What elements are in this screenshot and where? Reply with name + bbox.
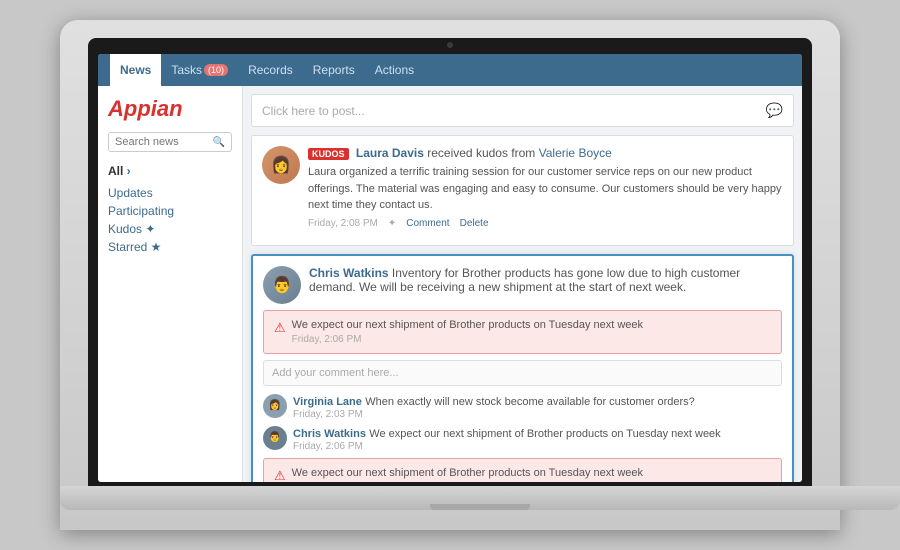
alert-box-secondary: ⚠ We expect our next shipment of Brother… [263, 458, 782, 483]
reply-virginia: 👩 Virginia Lane When exactly will new st… [263, 394, 782, 420]
nav-item-reports[interactable]: Reports [303, 54, 365, 86]
feed-linked-valerie: Valerie Boyce [539, 146, 612, 160]
nav-item-actions[interactable]: Actions [365, 54, 424, 86]
feed-title-inventory: Chris Watkins Inventory for Brother prod… [309, 266, 782, 294]
nav-item-news[interactable]: News [110, 54, 161, 86]
search-input[interactable] [115, 136, 213, 148]
post-placeholder: Click here to post... [262, 104, 365, 118]
alert-text-secondary: We expect our next shipment of Brother p… [292, 467, 643, 479]
reply-chris: 👨 Chris Watkins We expect our next shipm… [263, 426, 782, 452]
alert-time-primary: Friday, 2:06 PM [292, 334, 643, 345]
reply-author-virginia: Virginia Lane [293, 396, 362, 408]
feed-meta-kudos: Friday, 2:08 PM ✦ Comment Delete [308, 218, 783, 229]
alert-icon-2: ⚠ [274, 468, 286, 483]
sidebar-link-participating[interactable]: Participating [108, 202, 232, 220]
comment-link[interactable]: Comment [406, 218, 449, 229]
reply-text-chris: Chris Watkins We expect our next shipmen… [293, 426, 782, 452]
avatar-chris: 👨 [263, 266, 301, 304]
sidebar: Appian 🔍 All › Updates P [98, 86, 243, 482]
reply-body-virginia: When exactly will new stock become avail… [365, 396, 695, 408]
feed-time-kudos: Friday, 2:08 PM [308, 218, 378, 229]
content-area: Click here to post... 💬 👩 [243, 86, 802, 482]
reply-face-virginia: 👩 [269, 400, 281, 411]
sidebar-link-updates[interactable]: Updates [108, 184, 232, 202]
top-nav: News Tasks (10) Records Reports Actions [98, 54, 802, 86]
sidebar-all-link[interactable]: All › [108, 164, 232, 178]
sidebar-link-kudos[interactable]: Kudos ✦ [108, 220, 232, 238]
search-icon: 🔍 [213, 137, 225, 148]
reply-time-chris: Friday, 2:06 PM [293, 441, 782, 452]
feed-action: received kudos from [427, 146, 538, 160]
sidebar-link-starred[interactable]: Starred ★ [108, 238, 232, 256]
tasks-badge: (10) [204, 64, 228, 76]
screen-bezel: News Tasks (10) Records Reports Actions [88, 38, 812, 486]
feed-text-inventory: Chris Watkins Inventory for Brother prod… [309, 266, 782, 294]
alert-box-primary: ⚠ We expect our next shipment of Brother… [263, 310, 782, 354]
feed-author-laura: Laura Davis [356, 146, 424, 160]
nav-item-tasks[interactable]: Tasks (10) [161, 54, 238, 86]
reply-text-virginia: Virginia Lane When exactly will new stoc… [293, 394, 782, 420]
feed-author-chris: Chris Watkins [309, 266, 389, 280]
alert-icon: ⚠ [274, 320, 286, 336]
feed-title-line: KUDOS Laura Davis received kudos from Va… [308, 146, 783, 160]
reply-avatar-virginia: 👩 [263, 394, 287, 418]
feed-separator: ✦ [388, 218, 396, 229]
nav-item-records[interactable]: Records [238, 54, 303, 86]
feed-body-kudos: Laura organized a terrific training sess… [308, 164, 783, 214]
post-icon: 💬 [766, 102, 783, 119]
alert-text-primary: We expect our next shipment of Brother p… [292, 319, 643, 331]
reply-face-chris: 👨 [269, 432, 281, 443]
reply-avatar-chris: 👨 [263, 426, 287, 450]
post-box[interactable]: Click here to post... 💬 [251, 94, 794, 127]
feed-item-inventory: 👨 Chris Watkins Inventory for Brother pr… [251, 254, 794, 483]
webcam [447, 42, 453, 48]
feed-item-kudos: 👩 KUDOS Laura Davis received kudos from … [251, 135, 794, 246]
laptop-screen: News Tasks (10) Records Reports Actions [98, 54, 802, 482]
avatar-face-female: 👩 [271, 155, 291, 175]
main-layout: Appian 🔍 All › Updates P [98, 86, 802, 482]
avatar-face-male: 👨 [272, 275, 292, 295]
laptop-shell: News Tasks (10) Records Reports Actions [60, 20, 840, 530]
alert-time-secondary: Friday, 2:06 PM [292, 482, 643, 483]
reply-time-virginia: Friday, 2:03 PM [293, 409, 782, 420]
replies-section: 👩 Virginia Lane When exactly will new st… [263, 394, 782, 483]
search-box[interactable]: 🔍 [108, 132, 232, 152]
feed-header-inventory: 👨 Chris Watkins Inventory for Brother pr… [263, 266, 782, 304]
reply-author-chris: Chris Watkins [293, 428, 366, 440]
feed-text-kudos: KUDOS Laura Davis received kudos from Va… [308, 146, 783, 229]
app-container: News Tasks (10) Records Reports Actions [98, 54, 802, 482]
feed-header: 👩 KUDOS Laura Davis received kudos from … [262, 146, 783, 229]
avatar-laura: 👩 [262, 146, 300, 184]
reply-body-chris: We expect our next shipment of Brother p… [369, 428, 720, 440]
kudos-badge: KUDOS [308, 148, 349, 160]
comment-input-inventory[interactable]: Add your comment here... [263, 360, 782, 386]
alert-content-2: We expect our next shipment of Brother p… [292, 467, 643, 483]
delete-link[interactable]: Delete [460, 218, 489, 229]
laptop-base [60, 486, 900, 510]
alert-content: We expect our next shipment of Brother p… [292, 319, 643, 345]
appian-logo: Appian [108, 96, 232, 122]
